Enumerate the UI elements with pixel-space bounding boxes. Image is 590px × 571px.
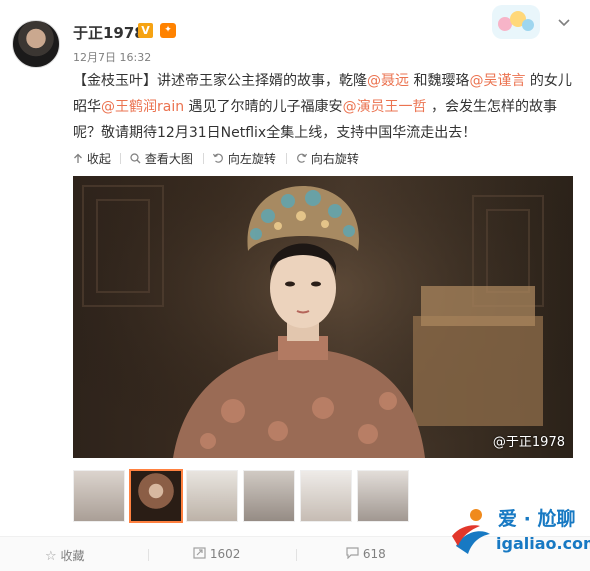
post-text-part: 和魏璎珞 [409,73,470,89]
favorite-star-icon: ☆ [45,549,57,564]
divider [203,153,204,164]
comment-button[interactable]: 618 [346,547,386,561]
view-large-label: 查看大图 [144,152,193,166]
site-watermark: 爱 · 尬聊 igaliao.com [450,500,590,570]
thumbnail-active[interactable] [129,469,183,523]
collapse-button[interactable]: 收起 [73,150,111,167]
brand-domain: igaliao.com [496,534,590,553]
rotate-left-label: 向左旋转 [227,152,276,166]
repost-icon [193,547,206,559]
repost-count: 1602 [209,547,241,561]
divider [286,153,287,164]
chevron-down-icon[interactable] [557,16,571,30]
photo-illustration [73,176,573,458]
rotate-right-icon [297,153,308,163]
favorite-label: 收藏 [60,549,85,563]
mention-link[interactable]: @王鹤润rain [101,99,184,115]
rotate-right-button[interactable]: 向右旋转 [296,150,359,167]
verified-badge: V [138,23,153,38]
image-toolbar: 收起 查看大图 向左旋转 向右旋转 [0,142,590,174]
thumbnail[interactable] [357,470,409,522]
favorite-button[interactable]: ☆ 收藏 [45,547,85,564]
divider [296,549,297,561]
user-name[interactable]: 于正1978 [73,22,145,43]
rotate-left-icon [212,153,223,163]
thumbnail[interactable] [300,470,352,522]
thumbnail[interactable] [73,470,125,522]
mention-link[interactable]: @聂远 [367,73,409,89]
mention-link[interactable]: @演员王一哲 [343,99,427,115]
mention-link[interactable]: @吴谨言 [469,73,525,89]
zoom-icon [130,153,141,164]
divider [148,549,149,561]
view-large-button[interactable]: 查看大图 [130,150,193,167]
vip-icon[interactable]: ✦ [160,23,176,38]
brand-name: 爱 · 尬聊 [498,508,576,530]
avatar[interactable] [12,20,60,68]
brand-logo-icon [452,509,490,554]
collapse-label: 收起 [86,152,111,166]
decoration-card [492,5,540,39]
comment-icon [346,547,359,560]
thumbnail-strip [73,469,413,523]
rotate-right-label: 向右旋转 [310,152,359,166]
photo-watermark: @于正1978 [492,435,565,450]
rotate-left-button[interactable]: 向左旋转 [212,150,276,167]
post-text-part: 遇见了尔晴的儿子福康安 [184,99,343,115]
post-text-part: 【金枝玉叶】讲述帝王家公主择婿的故事，乾隆 [73,73,367,89]
post-text: 【金枝玉叶】讲述帝王家公主择婿的故事，乾隆@聂远 和魏璎珞@吴谨言 的女儿昭华@… [73,68,578,146]
thumbnail[interactable] [186,470,238,522]
collapse-arrow-icon [74,153,82,163]
comment-count: 618 [362,547,386,561]
divider [120,153,121,164]
post-photo[interactable]: @于正1978 [73,176,573,458]
repost-button[interactable]: 1602 [193,547,240,561]
post-time[interactable]: 12月7日 16:32 [73,49,151,65]
thumbnail[interactable] [243,470,295,522]
